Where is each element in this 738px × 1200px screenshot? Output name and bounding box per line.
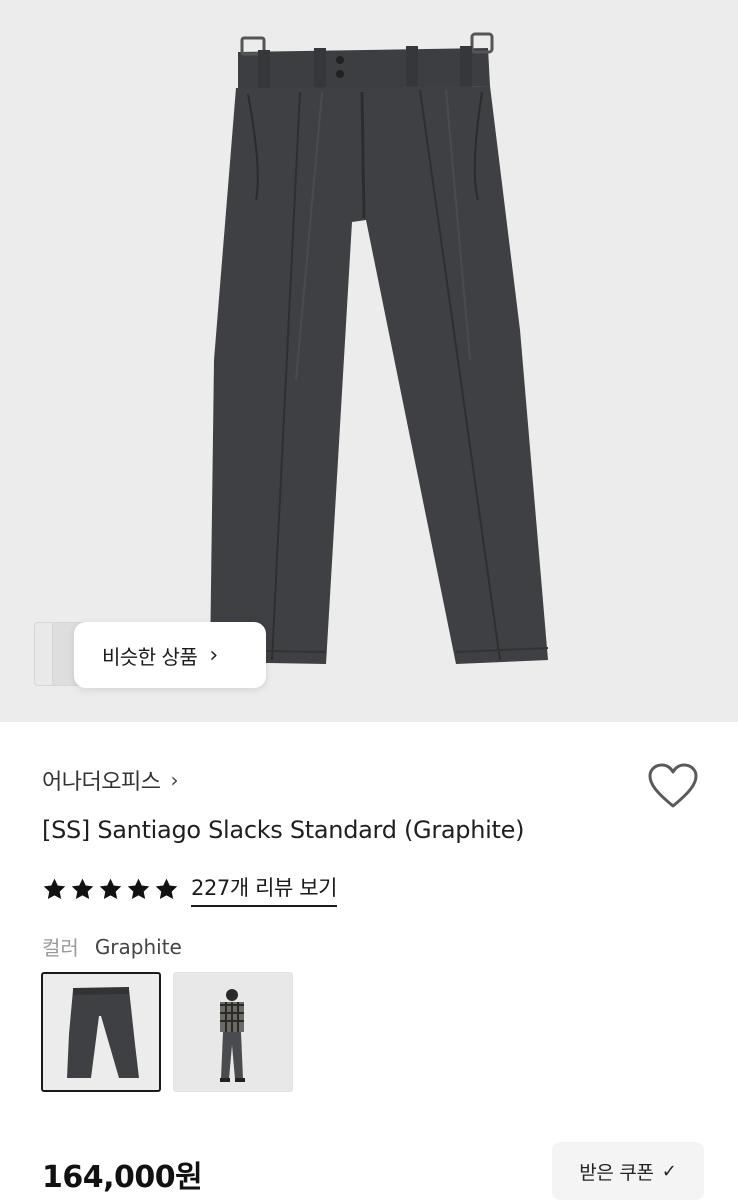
color-value: Graphite — [94, 934, 182, 959]
color-swatch-graphite-product[interactable] — [41, 972, 161, 1092]
product-price: 164,000원 — [42, 1160, 203, 1195]
pants-illustration — [209, 32, 549, 664]
check-icon: ✓ — [661, 1160, 677, 1182]
wishlist-heart-icon[interactable] — [646, 762, 700, 810]
star-icon — [71, 878, 94, 899]
chevron-right-icon: › — [170, 768, 179, 792]
color-swatch-graphite-model[interactable] — [173, 972, 293, 1092]
star-icon — [99, 878, 122, 899]
swatch-model-image — [220, 989, 245, 1082]
brand-link[interactable]: 어나더오피스 › — [42, 764, 178, 796]
similar-products-label: 비슷한 상품 — [102, 644, 198, 669]
similar-products-button[interactable]: 비슷한 상품 › — [74, 622, 266, 688]
rating-row: 227개 리뷰 보기 — [42, 872, 337, 907]
color-label: 컬러 — [42, 936, 79, 960]
star-icon — [155, 878, 178, 899]
coupon-label: 받은 쿠폰 — [579, 1161, 654, 1184]
rating-stars — [42, 877, 179, 902]
product-title: [SS] Santiago Slacks Standard (Graphite) — [42, 816, 525, 844]
swatch-pants-image — [67, 987, 139, 1078]
chevron-right-icon: › — [209, 642, 219, 668]
brand-name: 어나더오피스 — [42, 770, 161, 795]
color-row: 컬러 Graphite — [42, 932, 182, 961]
star-icon — [43, 878, 66, 899]
product-hero-image[interactable]: 비슷한 상품 › — [0, 0, 738, 722]
star-icon — [127, 878, 150, 899]
review-link[interactable]: 227개 리뷰 보기 — [191, 872, 337, 907]
received-coupons-button[interactable]: 받은 쿠폰 ✓ — [552, 1142, 704, 1200]
